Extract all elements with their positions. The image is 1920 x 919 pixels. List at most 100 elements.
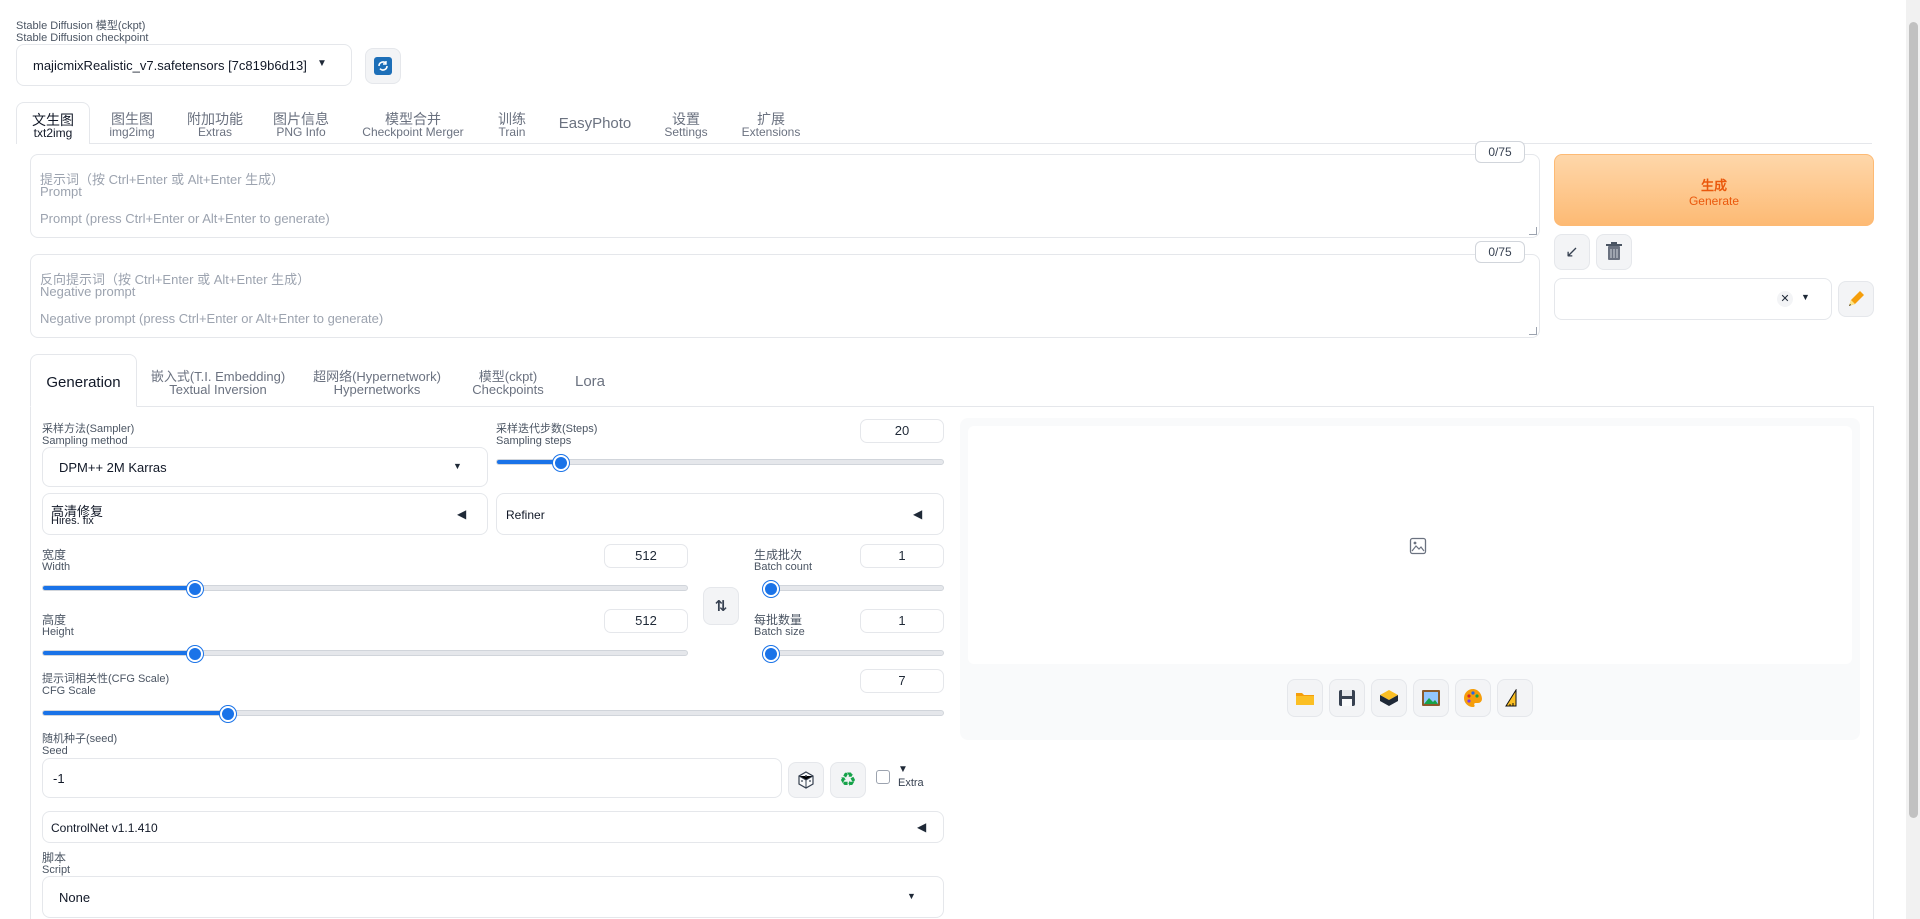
hires-fix-accordion[interactable]: 高清修复 Hires. fix ◀ — [42, 493, 488, 535]
slider-handle[interactable] — [763, 581, 779, 597]
height-slider[interactable] — [42, 646, 688, 662]
subtab-checkpoints[interactable]: 模型(ckpt) Checkpoints — [466, 370, 550, 396]
refiner-label: Refiner — [506, 508, 545, 522]
scrollbar-thumb[interactable] — [1909, 22, 1918, 818]
batch-count-number-input[interactable]: 1 — [860, 544, 944, 568]
slider-fill — [43, 711, 228, 715]
subtab-lora[interactable]: Lora — [570, 374, 610, 390]
tab-label-cn: 训练 — [498, 111, 526, 127]
tab-extras[interactable]: 附加功能 Extras — [183, 112, 247, 139]
swap-icon: ⇅ — [714, 598, 728, 615]
slider-handle[interactable] — [187, 581, 203, 597]
seed-label-cn: 随机种子(seed) — [42, 733, 118, 745]
slider-handle[interactable] — [220, 706, 236, 722]
styles-select[interactable]: ✕ ▼ — [1554, 278, 1832, 320]
checkpoint-label-en: Stable Diffusion checkpoint — [16, 32, 149, 44]
batch-count-slider[interactable] — [762, 581, 944, 597]
tab-settings[interactable]: 设置 Settings — [656, 112, 716, 139]
edit-styles-button[interactable] — [1838, 281, 1874, 317]
script-label-cn: 脚本 — [42, 851, 67, 865]
width-slider[interactable] — [42, 581, 688, 597]
width-label-en: Width — [42, 561, 71, 573]
tab-easyphoto[interactable]: EasyPhoto — [552, 116, 638, 132]
slider-fill — [43, 586, 195, 590]
subtab-textual-inversion[interactable]: 嵌入式(T.I. Embedding) Textual Inversion — [150, 370, 286, 396]
close-icon[interactable]: ✕ — [1777, 291, 1793, 307]
caret-down-icon: ▼ — [898, 764, 908, 775]
tab-label-en: Extras — [197, 125, 232, 139]
resize-handle[interactable] — [1529, 227, 1537, 235]
send-to-img2img-button[interactable] — [1413, 679, 1449, 717]
tab-label-cn: 模型合并 — [385, 111, 441, 127]
width-number-input[interactable]: 512 — [604, 544, 688, 568]
extra-seed-checkbox[interactable] — [876, 770, 890, 784]
negative-prompt-textarea[interactable]: 反向提示词（按 Ctrl+Enter 或 Alt+Enter 生成） Negat… — [30, 254, 1540, 338]
panel-border-right — [1873, 406, 1874, 919]
extra-seed-label: Extra — [898, 777, 924, 789]
send-to-inpaint-button[interactable] — [1455, 679, 1491, 717]
subtab-generation[interactable]: Generation — [30, 354, 137, 407]
tab-label: EasyPhoto — [558, 115, 632, 132]
height-number-input[interactable]: 512 — [604, 609, 688, 633]
trash-icon — [1606, 242, 1622, 260]
hires-label-en: Hires. fix — [51, 515, 94, 527]
script-label-en: Script — [42, 864, 71, 876]
zip-button[interactable] — [1371, 679, 1407, 717]
resize-handle[interactable] — [1529, 327, 1537, 335]
subtab-divider — [30, 406, 1874, 407]
cfg-number-input[interactable]: 7 — [860, 669, 944, 693]
caret-left-icon: ◀ — [913, 507, 923, 521]
save-icon — [1339, 690, 1355, 706]
generate-button[interactable]: 生成 Generate — [1554, 154, 1874, 226]
chevron-down-icon: ▼ — [1801, 292, 1810, 302]
tab-train[interactable]: 训练 Train — [490, 112, 534, 139]
checkpoint-select[interactable]: majicmixRealistic_v7.safetensors [7c819b… — [16, 44, 352, 86]
refresh-checkpoint-button[interactable] — [365, 48, 401, 84]
paste-params-button[interactable]: ↙ — [1554, 234, 1590, 270]
save-button[interactable] — [1329, 679, 1365, 717]
chevron-down-icon: ▼ — [317, 58, 327, 69]
random-seed-button[interactable] — [788, 762, 824, 798]
steps-slider[interactable] — [496, 455, 944, 471]
generate-label-cn: 生成 — [1700, 178, 1727, 193]
height-label-en: Height — [42, 626, 74, 638]
reuse-seed-button[interactable]: ♻ — [830, 762, 866, 798]
tab-label-cn: 设置 — [672, 111, 700, 127]
tab-img2img[interactable]: 图生图 img2img — [104, 112, 160, 139]
cfg-slider[interactable] — [42, 706, 944, 722]
clear-prompt-button[interactable] — [1596, 234, 1632, 270]
tab-png-info[interactable]: 图片信息 PNG Info — [266, 112, 336, 139]
sampler-value: DPM++ 2M Karras — [59, 460, 167, 475]
open-folder-button[interactable] — [1287, 679, 1323, 717]
steps-label-cn: 采样迭代步数(Steps) — [496, 423, 598, 435]
swap-dimensions-button[interactable]: ⇅ — [703, 587, 739, 625]
seed-input[interactable]: -1 — [42, 758, 782, 798]
batch-size-slider[interactable] — [762, 646, 944, 662]
slider-handle[interactable] — [187, 646, 203, 662]
slider-handle[interactable] — [763, 646, 779, 662]
steps-number-input[interactable]: 20 — [860, 419, 944, 443]
send-to-extras-button[interactable] — [1497, 679, 1533, 717]
refresh-icon — [374, 57, 392, 75]
ruler-icon — [1505, 689, 1517, 707]
paste-arrow-icon: ↙ — [1565, 244, 1579, 261]
slider-handle[interactable] — [553, 455, 569, 471]
tab-label-cn: 文生图 — [32, 112, 74, 128]
tab-extensions[interactable]: 扩展 Extensions — [737, 112, 805, 139]
prompt-textarea[interactable]: 提示词（按 Ctrl+Enter 或 Alt+Enter 生成） Prompt … — [30, 154, 1540, 238]
tab-label-en: txt2img — [33, 126, 73, 140]
cfg-label-cn: 提示词相关性(CFG Scale) — [42, 673, 170, 685]
zip-icon — [1380, 690, 1398, 706]
slider-fill — [497, 460, 561, 464]
subtab-hypernetworks[interactable]: 超网络(Hypernetwork) Hypernetworks — [310, 370, 444, 396]
refiner-accordion[interactable]: Refiner ◀ — [496, 493, 944, 535]
tab-txt2img[interactable]: 文生图 txt2img — [16, 102, 90, 144]
subtab-label-en: Hypernetworks — [333, 382, 421, 397]
batch-size-number-input[interactable]: 1 — [860, 609, 944, 633]
script-select[interactable]: None ▼ — [42, 876, 944, 918]
page-scrollbar[interactable] — [1906, 0, 1920, 919]
steps-label-en: Sampling steps — [496, 435, 572, 447]
sampler-select[interactable]: DPM++ 2M Karras ▼ — [42, 447, 488, 487]
controlnet-accordion[interactable]: ControlNet v1.1.410 ◀ — [42, 811, 944, 843]
tab-checkpoint-merger[interactable]: 模型合并 Checkpoint Merger — [356, 112, 470, 139]
